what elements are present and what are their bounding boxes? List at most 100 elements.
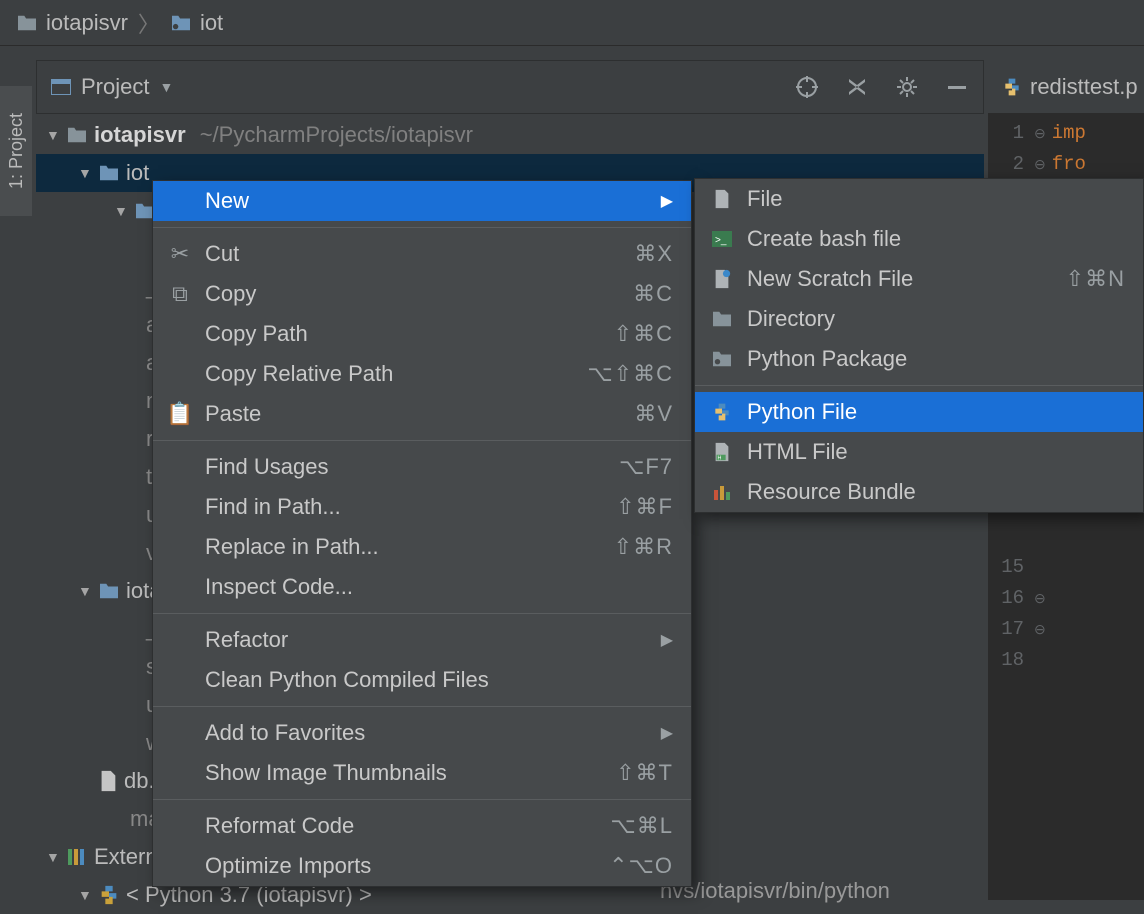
menu-label: Add to Favorites — [205, 720, 651, 746]
menu-label: Python Package — [747, 346, 1125, 372]
line-number: 15 — [998, 552, 1024, 583]
editor-tab[interactable]: redisttest.p — [988, 60, 1144, 114]
menu-label: Python File — [747, 399, 1125, 425]
submenu-bash[interactable]: >_ Create bash file — [695, 219, 1143, 259]
editor-code[interactable]: imp fro — [1046, 114, 1144, 180]
menu-label: Optimize Imports — [205, 853, 609, 879]
side-tab-project[interactable]: 1: Project — [0, 86, 32, 216]
menu-label: New — [205, 188, 651, 214]
menu-label: Paste — [205, 401, 634, 427]
breadcrumb-root-label: iotapisvr — [46, 10, 128, 36]
menu-label: Copy Relative Path — [205, 361, 587, 387]
package-icon — [709, 350, 735, 368]
menu-replace-in-path[interactable]: Replace in Path... ⇧⌘R — [153, 527, 691, 567]
breadcrumb-sub-label: iot — [200, 10, 223, 36]
menu-optimize[interactable]: Optimize Imports ⌃⌥O — [153, 846, 691, 886]
breadcrumb-root[interactable]: iotapisvr — [16, 10, 128, 36]
menu-separator — [153, 227, 691, 228]
menu-label: Refactor — [205, 627, 651, 653]
menu-label: Reformat Code — [205, 813, 610, 839]
menu-label: HTML File — [747, 439, 1125, 465]
menu-show-thumb[interactable]: Show Image Thumbnails ⇧⌘T — [153, 753, 691, 793]
file-icon — [98, 770, 118, 792]
menu-clean-pyc[interactable]: Clean Python Compiled Files — [153, 660, 691, 700]
scratch-icon — [709, 269, 735, 289]
menu-shortcut: ⇧⌘F — [616, 494, 673, 520]
chevron-right-icon: ▶ — [661, 723, 673, 743]
menu-label: Resource Bundle — [747, 479, 1125, 505]
window-icon — [51, 79, 71, 95]
breadcrumb-sub[interactable]: iot — [170, 10, 223, 36]
minimize-icon[interactable] — [945, 75, 969, 99]
menu-new[interactable]: New ▶ — [153, 181, 691, 221]
bottom-path-text: nvs/iotapisvr/bin/python — [660, 878, 890, 904]
submenu-directory[interactable]: Directory — [695, 299, 1143, 339]
collapse-icon[interactable] — [845, 75, 869, 99]
menu-separator — [695, 385, 1143, 386]
submenu-bundle[interactable]: Resource Bundle — [695, 472, 1143, 512]
line-number: 17 — [998, 614, 1024, 645]
menu-label: Inspect Code... — [205, 574, 673, 600]
menu-separator — [153, 440, 691, 441]
menu-label: Show Image Thumbnails — [205, 760, 616, 786]
directory-icon — [98, 582, 120, 600]
tree-iot-label: iot — [126, 160, 149, 186]
menu-find-in-path[interactable]: Find in Path... ⇧⌘F — [153, 487, 691, 527]
menu-label: Copy Path — [205, 321, 614, 347]
directory-icon — [98, 164, 120, 182]
menu-paste[interactable]: 📋 Paste ⌘V — [153, 394, 691, 434]
menu-shortcut: ⌥⇧⌘C — [587, 361, 673, 387]
libraries-icon — [66, 847, 88, 867]
chevron-right-icon: ▶ — [661, 191, 673, 211]
menu-shortcut: ⇧⌘C — [614, 321, 673, 347]
new-submenu: File >_ Create bash file New Scratch Fil… — [694, 178, 1144, 513]
menu-shortcut: ⇧⌘T — [616, 760, 673, 786]
project-view-label: Project — [81, 74, 149, 100]
chevron-down-icon: ▼ — [46, 127, 60, 143]
menu-copy[interactable]: ⧉ Copy ⌘C — [153, 274, 691, 314]
menu-separator — [153, 613, 691, 614]
directory-icon — [170, 14, 192, 32]
tree-root[interactable]: ▼ iotapisvr ~/PycharmProjects/iotapisvr — [36, 116, 984, 154]
menu-separator — [153, 799, 691, 800]
code-keyword: fro — [1052, 153, 1086, 175]
breadcrumb: iotapisvr 〉 iot — [0, 0, 1144, 46]
submenu-scratch[interactable]: New Scratch File ⇧⌘N — [695, 259, 1143, 299]
menu-shortcut: ⌃⌥O — [609, 853, 673, 879]
menu-shortcut: ⌥⌘L — [610, 813, 673, 839]
menu-reformat[interactable]: Reformat Code ⌥⌘L — [153, 806, 691, 846]
menu-label: File — [747, 186, 1125, 212]
line-number: 2 — [998, 149, 1024, 180]
submenu-package[interactable]: Python Package — [695, 339, 1143, 379]
gear-icon[interactable] — [895, 75, 919, 99]
menu-add-fav[interactable]: Add to Favorites ▶ — [153, 713, 691, 753]
copy-icon: ⧉ — [167, 281, 193, 307]
project-view-combo[interactable]: Project ▼ — [51, 74, 173, 100]
chevron-down-icon: ▼ — [78, 165, 92, 181]
submenu-file[interactable]: File — [695, 179, 1143, 219]
python-icon — [98, 884, 120, 906]
side-tab-label: 1: Project — [6, 113, 27, 189]
menu-label: Find in Path... — [205, 494, 616, 520]
menu-inspect[interactable]: Inspect Code... — [153, 567, 691, 607]
menu-find-usages[interactable]: Find Usages ⌥F7 — [153, 447, 691, 487]
tree-root-name: iotapisvr — [94, 122, 186, 148]
menu-shortcut: ⌘V — [634, 401, 673, 427]
target-icon[interactable] — [795, 75, 819, 99]
svg-text:H: H — [717, 455, 721, 461]
chevron-down-icon: ▼ — [46, 849, 60, 865]
menu-refactor[interactable]: Refactor ▶ — [153, 620, 691, 660]
menu-label: Directory — [747, 306, 1125, 332]
menu-shortcut: ⌘C — [633, 281, 673, 307]
menu-cut[interactable]: ✂ Cut ⌘X — [153, 234, 691, 274]
menu-label: Clean Python Compiled Files — [205, 667, 673, 693]
submenu-python-file[interactable]: Python File — [695, 392, 1143, 432]
menu-separator — [153, 706, 691, 707]
line-number: 1 — [998, 118, 1024, 149]
terminal-icon: >_ — [709, 231, 735, 247]
menu-copy-rel[interactable]: Copy Relative Path ⌥⇧⌘C — [153, 354, 691, 394]
folder-icon — [66, 126, 88, 144]
submenu-html[interactable]: H HTML File — [695, 432, 1143, 472]
bundle-icon — [709, 482, 735, 502]
menu-copy-path[interactable]: Copy Path ⇧⌘C — [153, 314, 691, 354]
